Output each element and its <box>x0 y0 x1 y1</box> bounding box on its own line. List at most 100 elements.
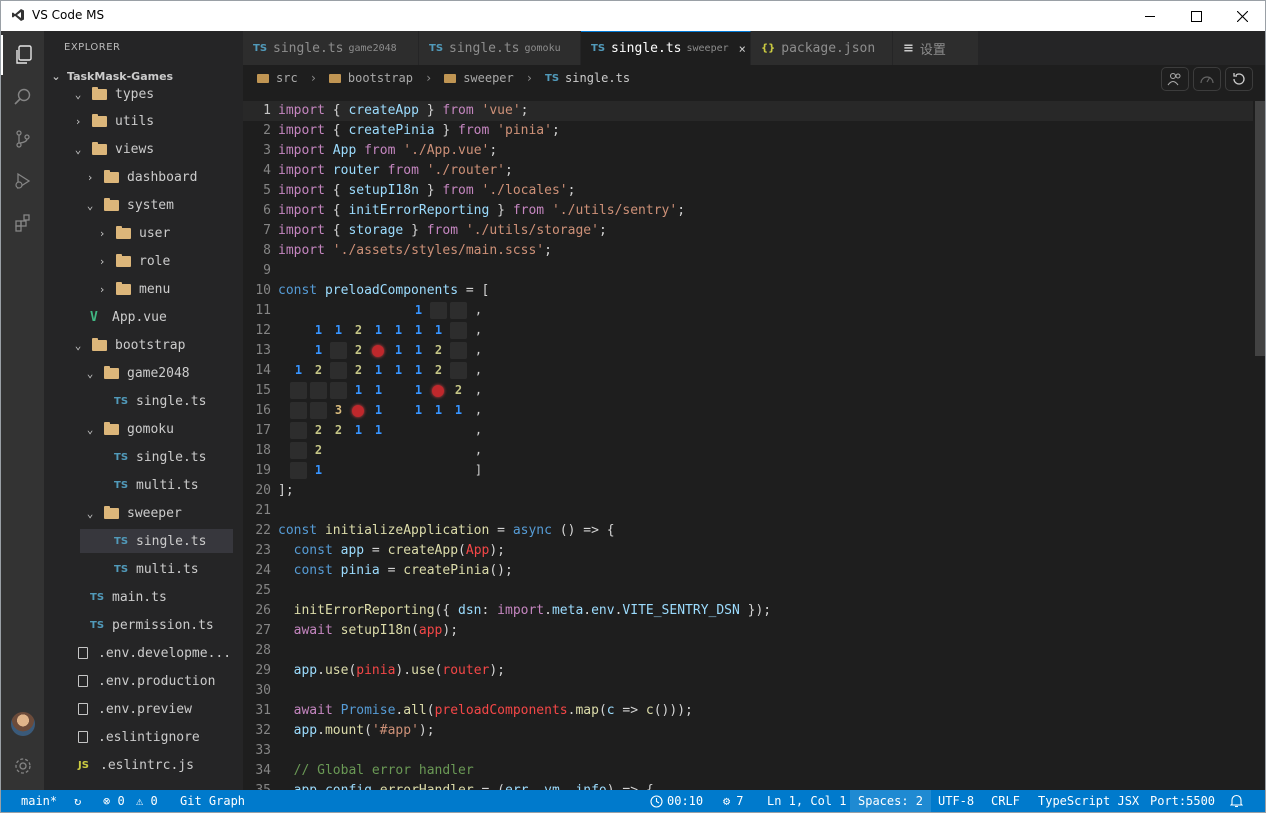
tree-folder[interactable]: › user <box>44 221 243 245</box>
mine-icon[interactable] <box>432 385 444 397</box>
code-line[interactable]: 8 import './assets/styles/main.scss'; <box>243 241 1253 261</box>
mine-count-cell[interactable]: 2 <box>450 382 467 399</box>
code-line[interactable]: 31 await Promise.all(preloadComponents.m… <box>243 701 1253 721</box>
mine-count-cell[interactable]: 1 <box>350 422 367 439</box>
mine-count-cell[interactable]: 1 <box>410 322 427 339</box>
bug-count[interactable]: ⚙ 7 <box>723 790 743 812</box>
tree-folder[interactable]: ⌄ game2048 <box>44 361 243 385</box>
breadcrumb-file[interactable]: TS single.ts <box>545 71 630 85</box>
mine-icon[interactable] <box>372 345 384 357</box>
code-line[interactable]: 35 app.config.errorHandler = (err, vm, i… <box>243 781 1253 790</box>
mine-count-cell[interactable]: 1 <box>370 322 387 339</box>
code-editor[interactable]: 1 import { createApp } from 'vue'; 2 import… <box>243 91 1265 790</box>
unrevealed-cell[interactable] <box>290 442 307 459</box>
tree-folder[interactable]: ⌄ views <box>44 137 243 161</box>
tab-sweeper-single[interactable]: TS single.ts sweeper × <box>581 31 751 65</box>
indentation[interactable]: Spaces: 2 <box>850 790 932 812</box>
unrevealed-cell[interactable] <box>290 422 307 439</box>
mine-count-cell[interactable]: 1 <box>310 342 327 359</box>
mine-count-cell[interactable]: 1 <box>370 422 387 439</box>
mine-count-cell[interactable]: 1 <box>310 322 327 339</box>
mine-count-cell[interactable]: 2 <box>430 342 447 359</box>
mine-count-cell[interactable]: 1 <box>290 362 307 379</box>
mine-count-cell[interactable]: 2 <box>310 442 327 459</box>
tab-settings[interactable]: ≡ 设置 <box>893 31 979 65</box>
problems-warnings[interactable]: ⚠ 0 <box>136 790 158 812</box>
tab-gomoku-single[interactable]: TS single.ts gomoku <box>419 31 581 65</box>
mine-count-cell[interactable]: 2 <box>350 322 367 339</box>
tree-file[interactable]: .eslintignore <box>44 725 243 749</box>
tree-file[interactable]: V App.vue <box>44 305 243 329</box>
unrevealed-cell[interactable] <box>450 362 467 379</box>
code-line[interactable]: 17 <box>243 421 1253 441</box>
code-line[interactable]: 27 await setupI18n(app); <box>243 621 1253 641</box>
code-line[interactable]: 24 const pinia = createPinia(); <box>243 561 1253 581</box>
code-line[interactable]: 9 <box>243 261 1253 281</box>
unrevealed-cell[interactable] <box>450 342 467 359</box>
timer[interactable]: 00:10 <box>650 790 703 812</box>
code-line[interactable]: 11 <box>243 301 1253 321</box>
code-line[interactable]: 29 app.use(pinia).use(router); <box>243 661 1253 681</box>
unrevealed-cell[interactable] <box>330 362 347 379</box>
tab-close-icon[interactable]: × <box>739 42 746 56</box>
editor-scrollbar[interactable] <box>1255 101 1265 356</box>
code-line[interactable]: 23 const app = createApp(App); <box>243 541 1253 561</box>
tree-folder[interactable]: ⌄ sweeper <box>44 501 243 525</box>
mine-count-cell[interactable]: 1 <box>330 322 347 339</box>
tree-folder[interactable]: › dashboard <box>44 165 243 189</box>
unrevealed-cell[interactable] <box>290 402 307 419</box>
mine-count-cell[interactable]: 1 <box>370 402 387 419</box>
tree-file[interactable]: TS main.ts <box>44 585 243 609</box>
performance-button[interactable] <box>1193 67 1221 91</box>
close-window-button[interactable] <box>1219 1 1265 31</box>
tree-folder[interactable]: › menu <box>44 277 243 301</box>
tree-folder[interactable]: ⌄ types <box>44 82 243 106</box>
code-line[interactable]: 20]; <box>243 481 1253 501</box>
tab-game2048-single[interactable]: TS single.ts game2048 <box>243 31 419 65</box>
mine-count-cell[interactable]: 2 <box>350 342 367 359</box>
mine-count-cell[interactable]: 1 <box>390 342 407 359</box>
unrevealed-cell[interactable] <box>310 382 327 399</box>
unrevealed-cell[interactable] <box>290 382 307 399</box>
mine-count-cell[interactable]: 2 <box>430 362 447 379</box>
code-line[interactable]: 25 <box>243 581 1253 601</box>
mine-count-cell[interactable]: 1 <box>350 382 367 399</box>
mine-icon[interactable] <box>352 405 364 417</box>
mine-count-cell[interactable]: 1 <box>410 382 427 399</box>
live-share-button[interactable] <box>1161 67 1189 91</box>
run-debug-activity[interactable] <box>1 161 44 201</box>
code-line[interactable]: 22 const initializeApplication = async ()… <box>243 521 1253 541</box>
code-line[interactable]: 2 import { createPinia } from 'pinia'; <box>243 121 1253 141</box>
mine-count-cell[interactable]: 2 <box>350 362 367 379</box>
tree-file[interactable]: TS single.ts <box>80 529 233 553</box>
code-line[interactable]: 21 <box>243 501 1253 521</box>
search-activity[interactable] <box>1 77 44 117</box>
tree-folder[interactable]: ⌄ system <box>44 193 243 217</box>
mine-count-cell[interactable]: 1 <box>310 462 327 479</box>
mine-count-cell[interactable]: 2 <box>310 422 327 439</box>
mine-count-cell[interactable]: 1 <box>410 342 427 359</box>
tree-file[interactable]: .env.preview <box>44 697 243 721</box>
code-line[interactable]: 7 import { storage } from './utils/storag… <box>243 221 1253 241</box>
tree-file[interactable]: TS single.ts <box>44 389 243 413</box>
mine-count-cell[interactable]: 1 <box>430 322 447 339</box>
tree-file[interactable]: TS multi.ts <box>44 557 243 581</box>
code-line[interactable]: 4 import router from './router'; <box>243 161 1253 181</box>
code-line[interactable]: 10 const preloadComponents = [ <box>243 281 1253 301</box>
code-line[interactable]: 15 <box>243 381 1253 401</box>
tree-file[interactable]: TS single.ts <box>44 445 243 469</box>
code-line[interactable]: 3 import App from './App.vue'; <box>243 141 1253 161</box>
tree-file[interactable]: .env.production <box>44 669 243 693</box>
tree-folder[interactable]: ⌄ gomoku <box>44 417 243 441</box>
code-line[interactable]: 28 <box>243 641 1253 661</box>
mine-count-cell[interactable]: 1 <box>410 302 427 319</box>
tree-file[interactable]: .env.developme... <box>44 641 243 665</box>
problems-errors[interactable]: ⊗ 0 <box>103 790 125 812</box>
maximize-button[interactable] <box>1173 1 1219 31</box>
breadcrumb-src[interactable]: src <box>257 71 298 85</box>
unrevealed-cell[interactable] <box>430 302 447 319</box>
unrevealed-cell[interactable] <box>290 462 307 479</box>
encoding[interactable]: UTF-8 <box>938 790 974 812</box>
code-line[interactable]: 5 import { setupI18n } from './locales'; <box>243 181 1253 201</box>
mine-count-cell[interactable]: 2 <box>310 362 327 379</box>
